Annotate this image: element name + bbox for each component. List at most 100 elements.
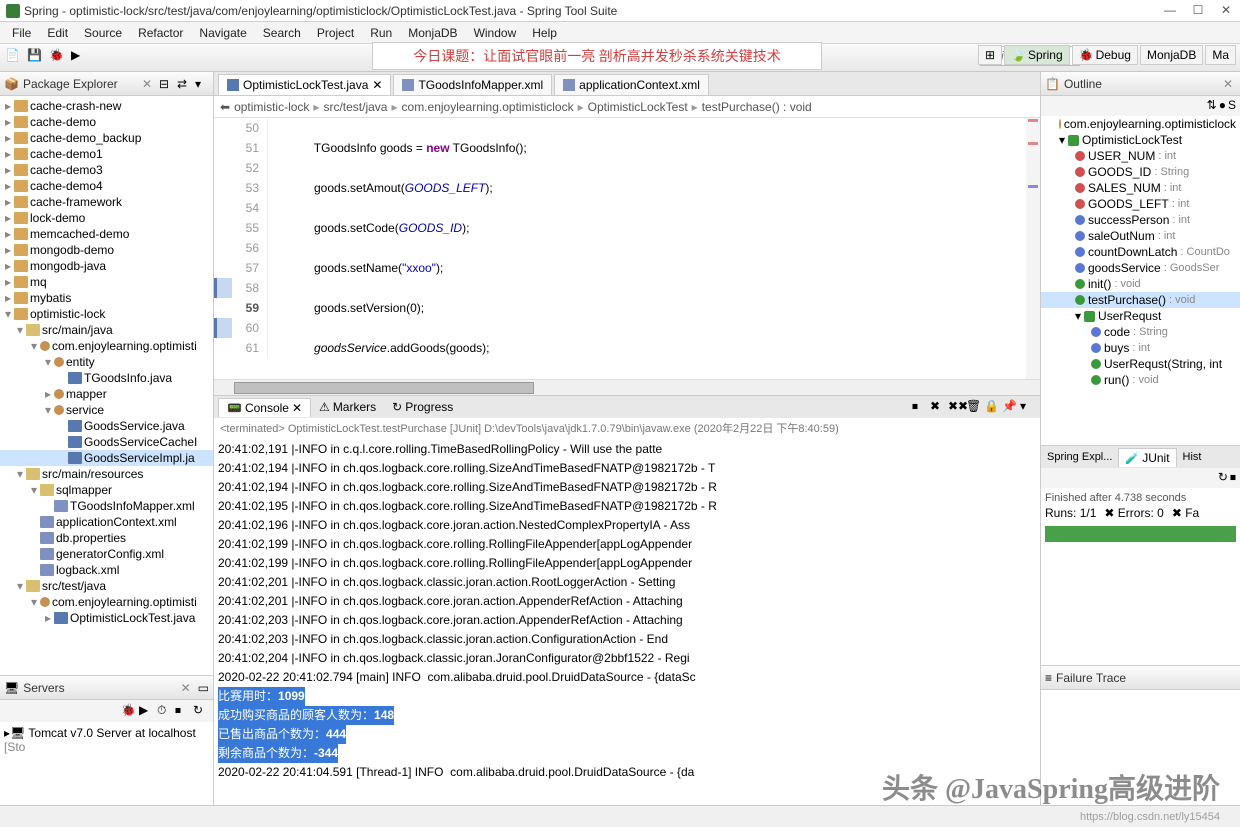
project-item[interactable]: optimistic-lock	[30, 307, 105, 321]
save-icon[interactable]: 💾	[27, 48, 47, 68]
server-start-icon[interactable]: ▶	[139, 703, 155, 719]
file-item[interactable]: db.properties	[56, 531, 126, 545]
xml-file[interactable]: logback.xml	[56, 563, 119, 577]
hide-static-icon[interactable]: S	[1228, 98, 1236, 114]
pin-console-icon[interactable]: 📌	[1002, 399, 1018, 415]
menu-navigate[interactable]: Navigate	[191, 24, 254, 42]
view-menu-icon[interactable]: ▾	[195, 77, 209, 91]
junit-tab[interactable]: 🧪 JUnit	[1118, 448, 1176, 467]
perspective-spring[interactable]: 🍃 Spring	[1004, 45, 1070, 65]
open-perspective-icon[interactable]: ⊞	[978, 45, 1002, 65]
project-item[interactable]: lock-demo	[30, 211, 85, 225]
minimize-view-icon[interactable]: ▭	[198, 681, 209, 695]
breadcrumb[interactable]: ⬅ optimistic-lock▸ src/test/java▸ com.en…	[214, 96, 1040, 118]
java-file[interactable]: GoodsServiceImpl.ja	[84, 451, 195, 465]
console-tab[interactable]: 📟 Console ✕	[218, 398, 311, 417]
package-item[interactable]: mapper	[66, 387, 107, 401]
close-outline-icon[interactable]: ✕	[1220, 77, 1236, 91]
link-editor-icon[interactable]: ⇄	[177, 77, 191, 91]
close-tab-icon[interactable]: ✕	[292, 401, 302, 415]
project-item[interactable]: cache-demo	[30, 115, 96, 129]
debug-icon[interactable]: 🐞	[49, 48, 69, 68]
terminate-icon[interactable]: ⏹	[912, 399, 928, 415]
close-button[interactable]: ✕	[1212, 0, 1240, 20]
source-folder[interactable]: src/main/resources	[42, 467, 143, 481]
project-item[interactable]: cache-crash-new	[30, 99, 121, 113]
menu-project[interactable]: Project	[309, 24, 362, 42]
editor-tab[interactable]: applicationContext.xml	[554, 74, 709, 95]
clear-console-icon[interactable]: 🗑	[966, 399, 982, 415]
server-stop-icon[interactable]: ⏹	[175, 703, 191, 719]
java-file[interactable]: OptimisticLockTest.java	[70, 611, 195, 625]
package-item[interactable]: service	[66, 403, 104, 417]
run-icon[interactable]: ▶	[71, 48, 91, 68]
project-item[interactable]: mongodb-java	[30, 259, 106, 273]
source-folder[interactable]: src/main/java	[42, 323, 113, 337]
spring-explorer-tab[interactable]: Spring Expl...	[1041, 449, 1118, 465]
java-file[interactable]: GoodsServiceCacheI	[84, 435, 197, 449]
sort-icon[interactable]: ⇅	[1207, 98, 1217, 114]
project-item[interactable]: cache-demo4	[30, 179, 103, 193]
servers-icon: 🖥	[4, 681, 19, 695]
close-servers-icon[interactable]: ✕	[178, 681, 194, 695]
project-item[interactable]: mongodb-demo	[30, 243, 114, 257]
markers-tab[interactable]: ⚠ Markers	[311, 398, 384, 416]
project-item[interactable]: mq	[30, 275, 47, 289]
xml-file[interactable]: applicationContext.xml	[56, 515, 177, 529]
java-file[interactable]: GoodsService.java	[84, 419, 185, 433]
server-item[interactable]: ▸🖥 Tomcat v7.0 Server at localhost [Sto	[4, 726, 209, 754]
editor-tab[interactable]: OptimisticLockTest.java✕	[218, 74, 391, 95]
history-tab[interactable]: Hist	[1177, 449, 1208, 465]
perspective-monjadb[interactable]: MonjaDB	[1140, 45, 1203, 65]
server-profile-icon[interactable]: ⏱	[157, 703, 173, 719]
menu-search[interactable]: Search	[255, 24, 309, 42]
new-icon[interactable]: 📄	[5, 48, 25, 68]
menu-help[interactable]: Help	[524, 24, 565, 42]
hide-fields-icon[interactable]: ●	[1219, 98, 1226, 114]
remove-all-icon[interactable]: ✖✖	[948, 399, 964, 415]
menu-edit[interactable]: Edit	[39, 24, 76, 42]
collapse-all-icon[interactable]: ⊟	[159, 77, 173, 91]
minimize-button[interactable]: —	[1156, 0, 1184, 20]
menu-source[interactable]: Source	[76, 24, 130, 42]
menu-window[interactable]: Window	[466, 24, 525, 42]
remove-launch-icon[interactable]: ✖	[930, 399, 946, 415]
xml-file[interactable]: TGoodsInfoMapper.xml	[70, 499, 195, 513]
project-item[interactable]: cache-demo1	[30, 147, 103, 161]
rerun-test-icon[interactable]: ↻	[1218, 470, 1228, 486]
server-debug-icon[interactable]: 🐞	[121, 703, 137, 719]
project-item[interactable]: cache-demo3	[30, 163, 103, 177]
project-item[interactable]: mybatis	[30, 291, 71, 305]
package-explorer-tree[interactable]: ▸cache-crash-new ▸cache-demo ▸cache-demo…	[0, 96, 213, 675]
project-item[interactable]: cache-framework	[30, 195, 122, 209]
close-tab-icon[interactable]: ✕	[372, 78, 382, 92]
folder-item[interactable]: sqlmapper	[56, 483, 112, 497]
console-output[interactable]: 20:41:02,191 |-INFO in c.q.l.core.rollin…	[214, 438, 1040, 805]
perspective-debug[interactable]: 🐞 Debug	[1072, 45, 1138, 65]
outline-tree[interactable]: com.enjoylearning.optimisticlock ▾Optimi…	[1041, 116, 1240, 445]
code-editor[interactable]: 505152535455565758596061 TGoodsInfo good…	[214, 118, 1040, 379]
scroll-lock-icon[interactable]: 🔒	[984, 399, 1000, 415]
display-console-icon[interactable]: ▾	[1020, 399, 1036, 415]
progress-tab[interactable]: ↻ Progress	[384, 398, 461, 416]
java-file[interactable]: TGoodsInfo.java	[84, 371, 172, 385]
xml-file[interactable]: generatorConfig.xml	[56, 547, 164, 561]
menu-monjadb[interactable]: MonjaDB	[400, 24, 465, 42]
package-item[interactable]: com.enjoylearning.optimisti	[52, 595, 197, 609]
package-item[interactable]: entity	[66, 355, 95, 369]
menu-run[interactable]: Run	[362, 24, 400, 42]
project-item[interactable]: cache-demo_backup	[30, 131, 141, 145]
project-item[interactable]: memcached-demo	[30, 227, 129, 241]
junit-status: Finished after 4.738 seconds	[1045, 492, 1236, 504]
source-folder[interactable]: src/test/java	[42, 579, 106, 593]
perspective-more[interactable]: Ma	[1205, 45, 1236, 65]
close-view-icon[interactable]: ✕	[139, 77, 155, 91]
menu-file[interactable]: File	[4, 24, 39, 42]
server-publish-icon[interactable]: ↻	[193, 703, 209, 719]
horizontal-scrollbar[interactable]	[214, 379, 1040, 395]
package-item[interactable]: com.enjoylearning.optimisti	[52, 339, 197, 353]
stop-test-icon[interactable]: ⏹	[1230, 470, 1236, 486]
menu-refactor[interactable]: Refactor	[130, 24, 191, 42]
editor-tab[interactable]: TGoodsInfoMapper.xml	[393, 74, 552, 95]
maximize-button[interactable]: ☐	[1184, 0, 1212, 20]
